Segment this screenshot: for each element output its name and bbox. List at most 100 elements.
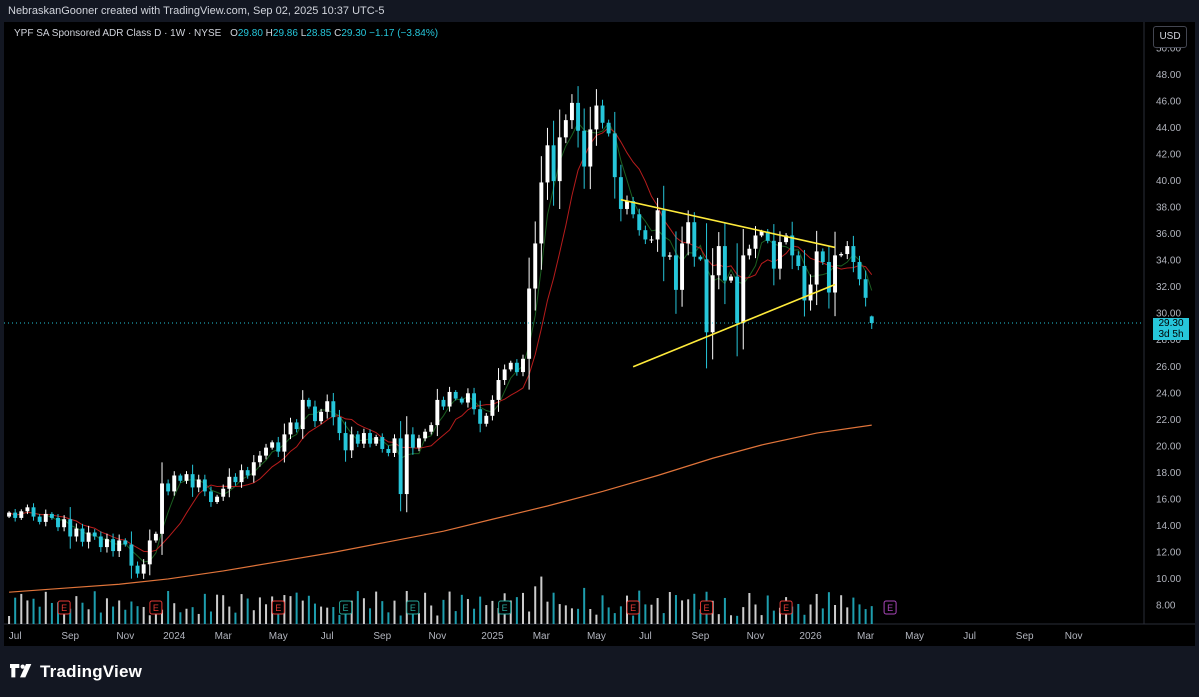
volume-bar [632, 615, 635, 624]
candle-body [68, 519, 73, 537]
volume-bar [38, 606, 41, 624]
last-price-tag: 29.30 3d 5h [1153, 318, 1189, 340]
volume-bar [44, 591, 47, 624]
volume-bar [240, 594, 243, 624]
volume-bar [81, 602, 84, 624]
volume-bar [466, 599, 469, 624]
volume-bar [540, 576, 543, 624]
brand-name: TradingView [40, 662, 143, 681]
volume-bar [75, 596, 78, 624]
trendline[interactable] [632, 283, 836, 368]
volume-bar [852, 597, 855, 624]
volume-bar [387, 612, 390, 624]
volume-bar [118, 600, 121, 624]
volume-bar [20, 593, 23, 624]
volume-bar [546, 601, 549, 624]
x-tick-label: Jul [639, 631, 652, 642]
candle-body [735, 276, 740, 323]
volume-bar [130, 601, 133, 624]
volume-bar [246, 598, 249, 624]
candle-body [7, 512, 12, 517]
volume-bar [491, 600, 494, 624]
tradingview-logo[interactable]: TradingView [10, 662, 142, 682]
volume-bar [534, 586, 537, 624]
candle-body [508, 362, 513, 370]
candle-body [313, 406, 317, 422]
candle-body [196, 479, 201, 488]
candle-body [472, 393, 477, 410]
volume-bar [179, 612, 182, 624]
y-tick-label: 18.00 [1156, 468, 1181, 479]
volume-bar [613, 613, 616, 624]
earnings-marker-label: E [887, 603, 893, 613]
volume-bar [485, 605, 488, 624]
volume-bar [338, 614, 341, 624]
candle-body [251, 462, 256, 476]
candle-body [484, 415, 489, 424]
volume-bar [326, 607, 329, 624]
y-tick-label: 22.00 [1156, 415, 1181, 426]
volume-bar [32, 598, 35, 624]
candle-body [147, 540, 152, 565]
candle-body [80, 528, 85, 542]
candle-body [845, 246, 850, 255]
candle-body [410, 434, 415, 448]
y-tick-label: 46.00 [1156, 97, 1181, 108]
volume-bar [589, 609, 592, 624]
candle-body [153, 533, 158, 541]
volume-bar [564, 605, 567, 624]
volume-bar [424, 592, 427, 624]
volume-bar [460, 594, 463, 624]
candle-body [123, 540, 128, 545]
candle-body [692, 222, 697, 257]
volume-bar [417, 613, 420, 624]
volume-bar [570, 608, 573, 624]
ema-mid-line [8, 127, 873, 553]
candle-body [539, 182, 544, 244]
currency-button[interactable]: USD [1153, 26, 1187, 48]
volume-bar [858, 604, 861, 624]
candle-body [331, 401, 336, 418]
candle-body [802, 265, 807, 301]
volume-bar [173, 603, 176, 624]
candle-body [698, 256, 703, 260]
volume-bar [772, 610, 775, 624]
chart-area[interactable]: 50.00 48.00 46.00 44.00 42.00 40.00 38.00 36.00… [4, 22, 1195, 646]
volume-bar [662, 613, 665, 624]
volume-bar [124, 609, 127, 624]
candle-body [221, 488, 226, 497]
y-tick-label: 8.00 [1156, 600, 1176, 611]
volume-bar [197, 613, 200, 624]
candle-body [25, 507, 30, 512]
x-tick-label: May [587, 631, 606, 642]
volume-bar [313, 603, 316, 624]
candle-body [209, 491, 213, 503]
candle-body [673, 255, 678, 290]
volume-bar [864, 609, 867, 624]
candle-body [31, 507, 36, 517]
candle-body [606, 122, 611, 134]
candle-body [820, 251, 825, 263]
earnings-marker-label: E [153, 603, 159, 613]
volume-bar [766, 595, 769, 624]
candle-body [141, 564, 146, 574]
volume-bar [797, 603, 800, 624]
candle-body [465, 393, 470, 403]
candle-body [233, 476, 238, 483]
x-tick-label: May [905, 631, 924, 642]
candle-body [453, 391, 458, 399]
candle-body [502, 369, 507, 381]
volume-bar [430, 605, 433, 624]
earnings-marker-label: E [630, 603, 636, 613]
price-chart[interactable]: 50.0048.0046.0044.0042.0040.0038.0036.00… [4, 22, 1195, 646]
volume-bar [301, 600, 304, 624]
y-tick-label: 26.00 [1156, 362, 1181, 373]
volume-bar [668, 592, 671, 624]
candle-body [264, 447, 268, 456]
y-tick-label: 24.00 [1156, 388, 1181, 399]
volume-bar [99, 612, 102, 624]
symbol-name[interactable]: YPF SA Sponsored ADR Class D · 1W · NYSE [14, 28, 221, 39]
candle-body [386, 448, 391, 453]
volume-bar [681, 600, 684, 624]
x-tick-label: Nov [1065, 631, 1083, 642]
